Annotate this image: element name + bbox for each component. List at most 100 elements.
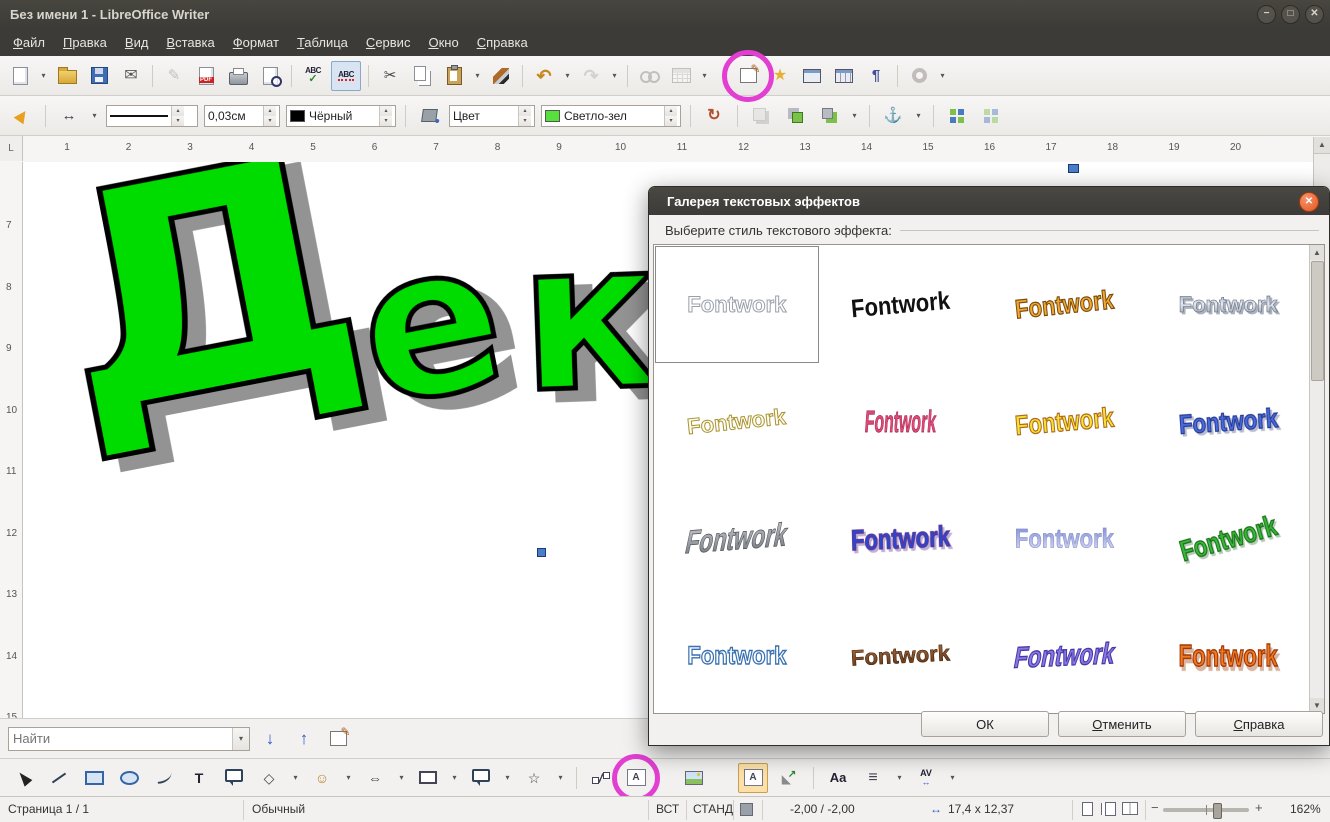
auto-spellcheck-button[interactable]: ABC: [331, 60, 361, 91]
view-layout-single[interactable]: [1082, 802, 1093, 819]
insert-image-button[interactable]: [680, 764, 708, 792]
fontwork-style-2[interactable]: Fontwork: [819, 246, 983, 363]
cut-button[interactable]: ✂: [376, 62, 404, 90]
fontwork-style-13[interactable]: Fontwork: [655, 597, 819, 713]
zoom-out-icon[interactable]: −: [1151, 800, 1159, 815]
fontwork-shape-button[interactable]: A: [738, 762, 768, 793]
undo-button[interactable]: ↶: [530, 62, 558, 90]
scroll-up-arrow[interactable]: ▲: [1310, 245, 1324, 260]
fontwork-style-4[interactable]: Fontwork: [1146, 246, 1310, 363]
horizontal-ruler[interactable]: L 1 2 3 4 5 6 7 8 9 10 11 12 13 14 15 16 17 18 19 20: [0, 136, 1330, 163]
spin-down-icon[interactable]: ▾: [172, 115, 184, 126]
modified-status-icon[interactable]: [740, 802, 753, 818]
help-dropdown[interactable]: ▾: [937, 71, 948, 80]
fontwork-object[interactable]: Д е к: [23, 162, 678, 518]
fontwork-style-16[interactable]: Fontwork: [1146, 597, 1310, 713]
redo-dropdown[interactable]: ▾: [609, 71, 620, 80]
search-dropdown[interactable]: ▾: [232, 727, 249, 750]
open-button[interactable]: [53, 62, 81, 90]
toggle-extrusion-button[interactable]: ◣ ↗: [775, 764, 803, 792]
export-pdf-button[interactable]: PDF: [192, 62, 220, 90]
menu-window[interactable]: Окно: [419, 30, 467, 55]
copy-button[interactable]: [408, 62, 436, 90]
show-draw-functions-button[interactable]: ✎: [722, 49, 774, 102]
flowchart-dropdown[interactable]: ▾: [449, 773, 460, 782]
symbol-shapes-button[interactable]: ☺: [308, 764, 336, 792]
zoom-level[interactable]: 162%: [1290, 802, 1321, 816]
paste-dropdown[interactable]: ▾: [472, 71, 483, 80]
fontwork-same-letter-heights-button[interactable]: Aa: [824, 764, 852, 792]
callout-tool-button[interactable]: [220, 764, 248, 792]
line-color-select[interactable]: Чёрный ▴ ▾: [286, 104, 396, 127]
data-sources-button[interactable]: [830, 62, 858, 90]
gallery-scrollbar[interactable]: ▲ ▼: [1309, 245, 1324, 713]
fontwork-style-12[interactable]: Fontwork: [1146, 480, 1310, 597]
clone-formatting-button[interactable]: [487, 62, 515, 90]
save-button[interactable]: [85, 62, 113, 90]
spin-up-icon[interactable]: ▴: [665, 105, 677, 116]
menu-tools[interactable]: Сервис: [357, 30, 420, 55]
find-previous-button[interactable]: ↑: [290, 725, 318, 753]
edit-mode-button[interactable]: ✎: [160, 62, 188, 90]
line-style-select[interactable]: ▴ ▾: [106, 104, 198, 127]
fontwork-style-9[interactable]: Fontwork: [655, 480, 819, 597]
fontwork-gallery-button[interactable]: A: [612, 753, 660, 802]
fontwork-style-5[interactable]: Fontwork: [655, 363, 819, 480]
line-style-spinner[interactable]: ▴ ▾: [171, 105, 184, 126]
fontwork-style-3[interactable]: Fontwork: [983, 246, 1147, 363]
spelling-button[interactable]: ABC ✓: [299, 62, 327, 90]
paste-button[interactable]: [440, 62, 468, 90]
basic-shapes-button[interactable]: ◇: [255, 764, 283, 792]
block-arrows-dropdown[interactable]: ▾: [396, 773, 407, 782]
scrollbar-thumb[interactable]: [1311, 261, 1324, 381]
character-spacing-dropdown[interactable]: ▾: [947, 773, 958, 782]
zoom-slider[interactable]: [1163, 803, 1249, 819]
fontwork-style-6[interactable]: Fontwork: [819, 363, 983, 480]
view-layout-book[interactable]: [1122, 802, 1138, 818]
insert-mode[interactable]: ВСТ: [656, 802, 679, 816]
area-style-button[interactable]: [415, 102, 443, 130]
spin-down-icon[interactable]: ▾: [519, 115, 531, 126]
select-tool-button[interactable]: [10, 764, 38, 792]
menu-help[interactable]: Справка: [468, 30, 537, 55]
fontwork-style-11[interactable]: Fontwork: [983, 480, 1147, 597]
close-button[interactable]: ✕: [1305, 5, 1324, 24]
fill-color-spinner[interactable]: ▴ ▾: [664, 105, 677, 126]
scroll-up-arrow[interactable]: ▲: [1314, 137, 1330, 154]
fill-type-select[interactable]: Цвет ▴ ▾: [449, 104, 535, 127]
menu-table[interactable]: Таблица: [288, 30, 357, 55]
formatting-marks-button[interactable]: ¶: [862, 62, 890, 90]
insert-table-button[interactable]: [667, 62, 695, 90]
help-button[interactable]: Справка: [1195, 711, 1323, 737]
help-button[interactable]: [905, 62, 933, 90]
fill-type-spinner[interactable]: ▴ ▾: [518, 105, 531, 126]
fontwork-alignment-button[interactable]: ≡: [859, 764, 887, 792]
block-arrows-button[interactable]: ⇔: [361, 764, 389, 792]
line-color-spinner[interactable]: ▴ ▾: [379, 105, 392, 126]
menu-format[interactable]: Формат: [224, 30, 288, 55]
rotate-button[interactable]: ↻: [700, 102, 728, 130]
find-and-replace-button[interactable]: ✎: [324, 725, 352, 753]
menu-file[interactable]: Файл: [4, 30, 54, 55]
fontwork-character-spacing-button[interactable]: AV ↔: [912, 764, 940, 792]
callouts-dropdown[interactable]: ▾: [502, 773, 513, 782]
stars-button[interactable]: ☆: [520, 764, 548, 792]
title-bar[interactable]: Без имени 1 - LibreOffice Writer − □ ✕: [0, 0, 1330, 28]
cancel-button[interactable]: Отменить: [1058, 711, 1186, 737]
arrow-style-button[interactable]: ↔: [55, 102, 83, 130]
fontwork-style-10[interactable]: Fontwork: [819, 480, 983, 597]
ellipse-tool-button[interactable]: [115, 764, 143, 792]
alignment-dropdown[interactable]: ▾: [894, 773, 905, 782]
insert-table-dropdown[interactable]: ▾: [699, 71, 710, 80]
toggle-edit-points-button[interactable]: [587, 764, 615, 792]
view-layout-multi[interactable]: [1100, 802, 1116, 819]
print-preview-button[interactable]: [256, 62, 284, 90]
indent-marker[interactable]: [1068, 164, 1079, 173]
hyperlink-button[interactable]: [635, 62, 663, 90]
bring-to-front-button[interactable]: [781, 102, 809, 130]
spin-down-icon[interactable]: ▾: [264, 115, 276, 126]
line-width-spinner[interactable]: ▴ ▾: [263, 105, 276, 126]
fontwork-style-14[interactable]: Fontwork: [819, 597, 983, 713]
navigator-button[interactable]: [798, 62, 826, 90]
fontwork-style-1[interactable]: Fontwork: [655, 246, 819, 363]
